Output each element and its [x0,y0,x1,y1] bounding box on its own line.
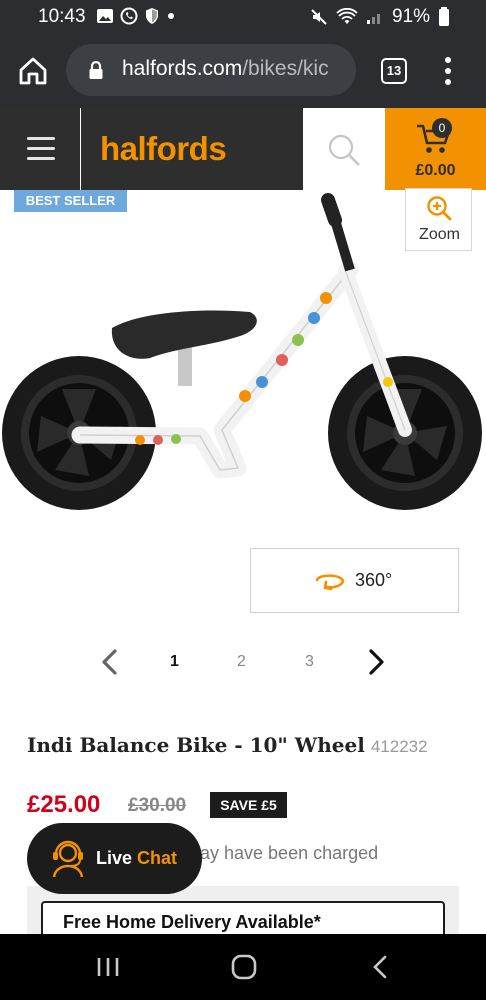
url-domain: halfords.com [122,57,243,80]
battery-percent: 91% [391,6,430,27]
live-label: Live [96,848,133,868]
browser-bar: halfords.com/bikes/kic 13 [0,34,486,108]
zoom-button[interactable]: Zoom [405,188,472,251]
basket-count-badge: 0 [432,118,452,138]
basket-button[interactable]: 0 £0.00 [385,108,486,190]
home-icon[interactable] [16,54,50,88]
view-360-label: 360° [355,570,393,590]
live-chat-button[interactable]: Live Chat [27,823,202,894]
current-price: £25.00 [27,791,101,818]
halfords-logo: halfords [100,130,227,167]
mute-icon [311,9,327,25]
system-nav-bar [0,934,486,1000]
hamburger-line [27,137,55,140]
lock-icon [89,60,103,79]
rotate-360-icon [315,574,345,591]
best-seller-badge: BEST SELLER [14,190,127,212]
zoom-in-icon [427,196,452,221]
price-note: ay have been charged [200,843,379,863]
dot-icon [168,13,174,19]
site-header: halfords 0 £0.00 [0,108,486,190]
save-badge: SAVE £5 [210,792,287,818]
live-chat-label: Live Chat [96,848,177,869]
chevron-left-icon[interactable] [98,648,122,676]
delivery-text: Free Home Delivery Available* [63,912,321,932]
status-bar: 10:43 91% [0,0,486,34]
more-options-icon[interactable] [441,56,455,86]
headset-agent-icon [52,840,84,878]
status-left-icons [96,7,176,25]
wifi-icon [336,8,358,24]
url-path: /bikes/kic [242,57,329,80]
shield-icon [146,8,158,24]
recent-apps-icon[interactable] [93,952,123,982]
logo-link[interactable]: halfords [81,108,303,190]
battery-icon [439,7,449,26]
chat-label: Chat [137,848,178,868]
view-360-button[interactable]: 360° [250,548,459,613]
whatsapp-icon [120,7,138,25]
gallery-page-2[interactable]: 2 [237,653,246,671]
hamburger-line [27,147,55,150]
product-title: Indi Balance Bike - 10" Wheel 412232 [27,733,428,757]
hamburger-line [27,157,55,160]
chevron-right-icon[interactable] [364,648,388,676]
menu-button[interactable] [0,108,80,190]
status-time: 10:43 [38,6,86,27]
product-code: 412232 [370,737,428,756]
signal-icon [366,14,380,24]
zoom-label: Zoom [419,226,460,243]
url-text: halfords.com/bikes/kic [122,57,329,81]
gallery-page-1[interactable]: 1 [170,653,179,671]
gallery-icon [97,9,113,23]
tab-switcher-button[interactable]: 13 [381,58,407,84]
search-icon[interactable] [326,132,362,168]
basket-total: £0.00 [415,162,456,179]
page: 10:43 91% halfords.com/bikes/kic 13 half… [0,0,486,1000]
home-nav-icon[interactable] [229,952,259,982]
back-nav-icon[interactable] [366,952,396,982]
product-name: Indi Balance Bike - 10" Wheel [27,733,365,757]
url-bar[interactable]: halfords.com/bikes/kic [66,44,356,96]
status-right: 91% [310,6,450,28]
previous-price: £30.00 [128,795,187,816]
gallery-page-3[interactable]: 3 [305,653,314,671]
